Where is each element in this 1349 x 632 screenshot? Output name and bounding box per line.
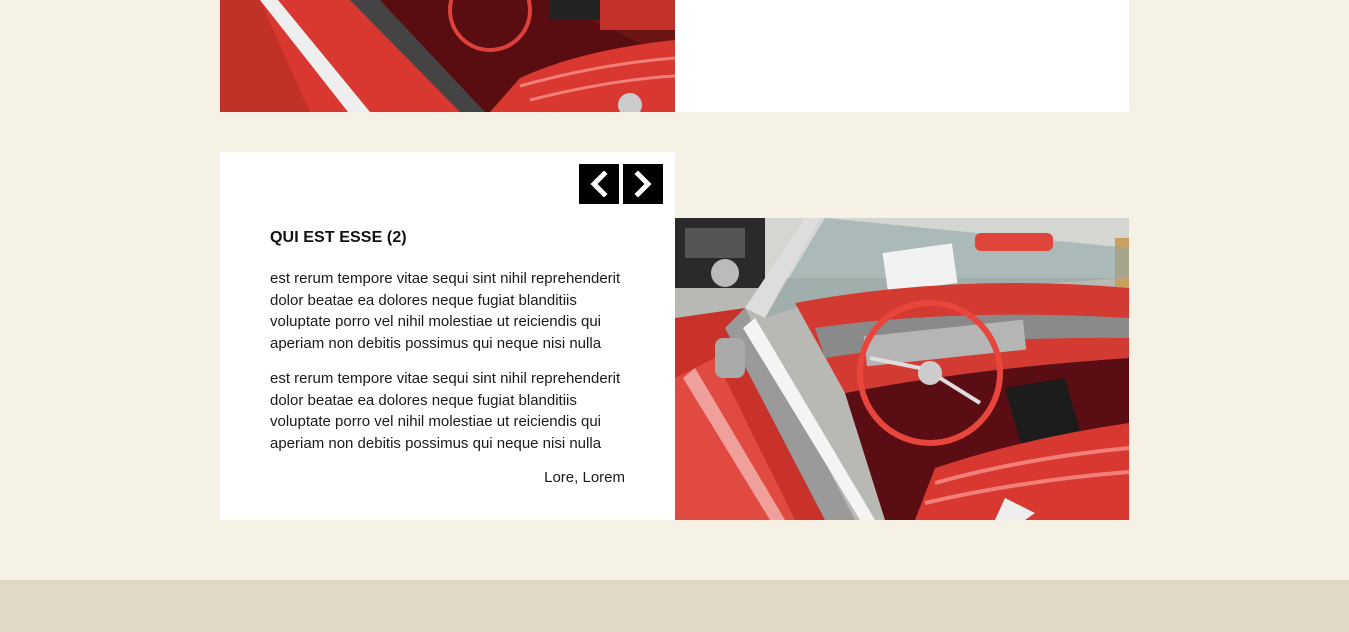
previous-article-text-panel	[675, 0, 1129, 112]
chevron-left-icon	[588, 171, 610, 197]
previous-article-image	[220, 0, 675, 112]
article-title: QUI EST ESSE (2)	[270, 229, 407, 246]
article-author: Lore, Lorem	[544, 469, 625, 486]
next-button[interactable]	[623, 164, 663, 204]
article-text-panel: QUI EST ESSE (2) est rerum tempore vitae…	[220, 152, 675, 520]
article-paragraph: est rerum tempore vitae sequi sint nihil…	[270, 270, 621, 352]
previous-button[interactable]	[579, 164, 619, 204]
previous-article-row	[220, 0, 1129, 112]
article-card: QUI EST ESSE (2) est rerum tempore vitae…	[220, 152, 1129, 520]
article-image	[675, 218, 1129, 520]
car-photo	[675, 218, 1129, 520]
car-photo	[220, 0, 675, 112]
page: QUI EST ESSE (2) est rerum tempore vitae…	[0, 0, 1349, 632]
footer	[0, 580, 1349, 632]
article-paragraph: est rerum tempore vitae sequi sint nihil…	[270, 370, 621, 452]
chevron-right-icon	[632, 171, 654, 197]
